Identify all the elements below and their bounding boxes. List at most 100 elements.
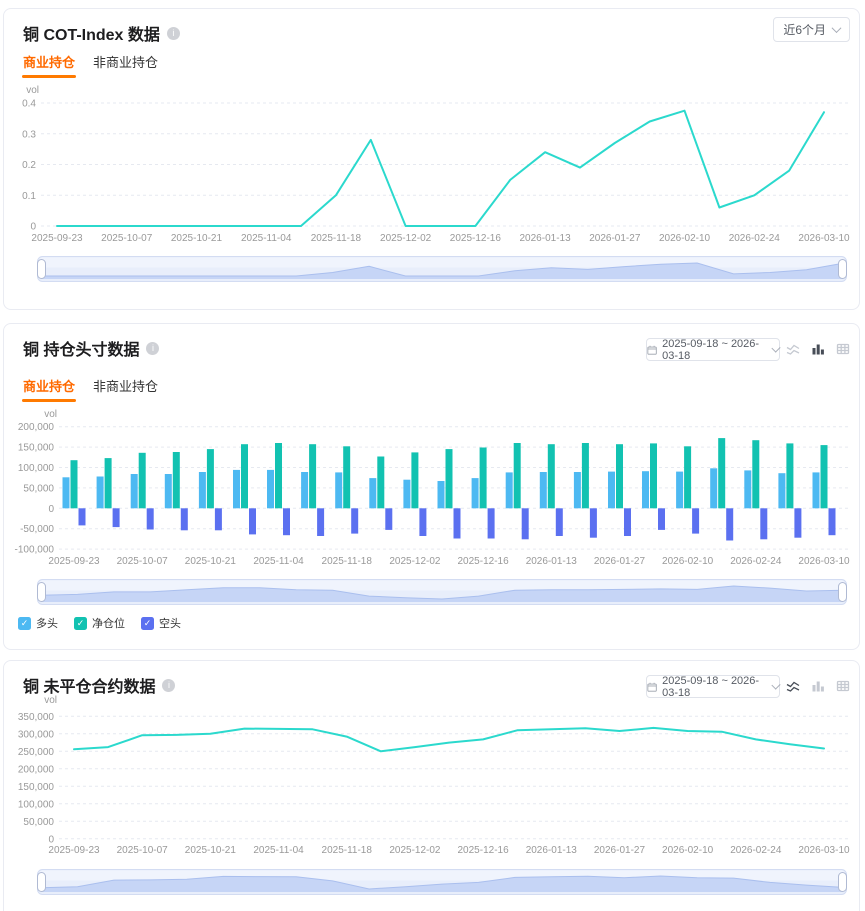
svg-text:vol: vol	[44, 695, 57, 706]
svg-text:2025-12-16: 2025-12-16	[458, 556, 510, 567]
svg-text:2025-10-07: 2025-10-07	[117, 845, 169, 856]
legend-item-空头[interactable]: ✓ 空头	[141, 615, 181, 631]
svg-text:vol: vol	[44, 409, 57, 420]
range-select-dropdown[interactable]: 近6个月	[773, 17, 850, 42]
date-range-value: 2025-09-18 ~ 2026-03-18	[662, 337, 760, 362]
svg-text:vol: vol	[26, 85, 39, 96]
svg-text:2025-11-18: 2025-11-18	[322, 845, 373, 856]
chevron-down-icon	[771, 680, 781, 690]
svg-text:2025-10-21: 2025-10-21	[171, 233, 223, 244]
range-select-value: 近6个月	[783, 23, 826, 37]
svg-text:2026-01-27: 2026-01-27	[589, 233, 641, 244]
svg-text:2026-02-24: 2026-02-24	[730, 845, 782, 856]
line-chart-icon[interactable]	[786, 342, 800, 356]
position-type-tabs: 商业持仓 非商业持仓	[21, 52, 158, 78]
svg-text:0.3: 0.3	[22, 129, 36, 140]
cot-index-panel: 铜 COT-Index 数据 近6个月 商业持仓 非商业持仓 vol 0 0.1 0.…	[3, 8, 860, 310]
svg-text:100,000: 100,000	[18, 463, 55, 474]
chevron-down-icon	[771, 343, 781, 353]
svg-text:2025-11-18: 2025-11-18	[322, 556, 373, 567]
svg-text:2026-01-13: 2026-01-13	[520, 233, 572, 244]
svg-text:0.2: 0.2	[22, 160, 36, 171]
chevron-down-icon	[831, 23, 842, 34]
bar-chart-icon[interactable]	[811, 342, 825, 356]
checkbox-checked-icon[interactable]: ✓	[74, 616, 87, 630]
info-icon[interactable]	[162, 678, 176, 692]
svg-text:2025-11-04: 2025-11-04	[253, 845, 304, 856]
svg-text:2025-11-04: 2025-11-04	[241, 233, 292, 244]
table-icon[interactable]	[836, 342, 850, 356]
datazoom-slider[interactable]	[37, 869, 847, 895]
checkbox-checked-icon[interactable]: ✓	[141, 616, 154, 630]
info-icon[interactable]	[146, 341, 160, 355]
position-size-panel: 铜 持仓头寸数据 2025-09-18 ~ 2026-03-18 商业持仓 非商…	[3, 323, 860, 650]
svg-text:350,000: 350,000	[18, 712, 55, 723]
calendar-icon	[647, 345, 657, 355]
svg-text:2025-12-16: 2025-12-16	[458, 845, 510, 856]
svg-text:2026-01-27: 2026-01-27	[594, 845, 646, 856]
svg-text:0.1: 0.1	[22, 191, 36, 202]
tab-noncommercial[interactable]: 非商业持仓	[93, 52, 158, 78]
panel-title-text: 铜 持仓头寸数据	[23, 342, 140, 359]
chart-type-toolbar	[786, 342, 850, 356]
legend-label: 空头	[159, 618, 181, 630]
checkbox-checked-icon[interactable]: ✓	[18, 616, 31, 630]
svg-text:2026-02-10: 2026-02-10	[662, 556, 714, 567]
svg-text:2025-11-04: 2025-11-04	[253, 556, 304, 567]
panel-title: 铜 COT-Index 数据	[23, 21, 180, 45]
svg-text:2025-12-02: 2025-12-02	[389, 845, 441, 856]
svg-text:2025-09-23: 2025-09-23	[31, 233, 83, 244]
svg-text:250,000: 250,000	[18, 747, 55, 758]
panel-title: 铜 持仓头寸数据	[23, 336, 160, 360]
svg-text:2025-10-21: 2025-10-21	[185, 556, 237, 567]
date-range-picker[interactable]: 2025-09-18 ~ 2026-03-18	[646, 337, 781, 362]
svg-text:150,000: 150,000	[18, 443, 55, 454]
svg-text:2026-02-24: 2026-02-24	[730, 556, 782, 567]
svg-text:2026-02-10: 2026-02-10	[659, 233, 711, 244]
info-icon[interactable]	[166, 26, 180, 40]
svg-text:2025-11-18: 2025-11-18	[311, 233, 362, 244]
position-type-tabs: 商业持仓 非商业持仓	[21, 376, 158, 402]
series-legend: ✓ 多头 ✓ 净仓位 ✓ 空头	[18, 615, 181, 631]
svg-text:2026-03-10: 2026-03-10	[798, 845, 850, 856]
svg-text:50,000: 50,000	[23, 483, 54, 494]
svg-text:2026-03-10: 2026-03-10	[798, 556, 850, 567]
tab-commercial[interactable]: 商业持仓	[21, 376, 77, 402]
svg-text:200,000: 200,000	[18, 422, 55, 433]
position-bar-chart[interactable]: vol 200,000 150,000 100,000 50,000 0 -50,000 -1…	[4, 409, 861, 571]
svg-text:200,000: 200,000	[18, 764, 55, 775]
svg-text:2026-01-13: 2026-01-13	[526, 845, 578, 856]
tab-noncommercial[interactable]: 非商业持仓	[93, 376, 158, 402]
datazoom-slider[interactable]	[37, 579, 847, 605]
tab-commercial[interactable]: 商业持仓	[21, 52, 77, 78]
svg-text:2025-10-07: 2025-10-07	[117, 556, 169, 567]
svg-text:100,000: 100,000	[18, 799, 55, 810]
svg-text:2025-12-02: 2025-12-02	[380, 233, 432, 244]
svg-text:2026-03-10: 2026-03-10	[798, 233, 850, 244]
svg-text:2026-02-24: 2026-02-24	[729, 233, 781, 244]
svg-text:2025-12-16: 2025-12-16	[450, 233, 502, 244]
legend-label: 净仓位	[92, 618, 125, 630]
legend-item-净仓位[interactable]: ✓ 净仓位	[74, 615, 125, 631]
legend-label: 多头	[36, 618, 58, 630]
svg-text:2026-02-10: 2026-02-10	[662, 845, 714, 856]
svg-text:2025-09-23: 2025-09-23	[48, 845, 100, 856]
svg-text:50,000: 50,000	[23, 817, 54, 828]
open-interest-line-chart[interactable]: vol 0 50,000 100,000 150,000 200,000 250,000 30…	[4, 691, 861, 866]
legend-item-多头[interactable]: ✓ 多头	[18, 615, 58, 631]
cot-index-line-chart[interactable]: vol 0 0.1 0.2 0.3 0.4 2025-09-23 2025-10-07 2025…	[4, 83, 861, 255]
panel-title-text: 铜 COT-Index 数据	[23, 27, 160, 44]
open-interest-panel: 铜 未平仓合约数据 2025-09-18 ~ 2026-03-18 vol050…	[3, 660, 860, 911]
svg-text:300,000: 300,000	[18, 729, 55, 740]
svg-text:0: 0	[48, 834, 54, 845]
svg-text:2026-01-27: 2026-01-27	[594, 556, 646, 567]
datazoom-slider[interactable]	[37, 256, 847, 282]
svg-text:2025-10-21: 2025-10-21	[185, 845, 237, 856]
svg-text:0: 0	[30, 222, 36, 233]
svg-text:0: 0	[48, 504, 54, 515]
svg-text:150,000: 150,000	[18, 782, 55, 793]
svg-text:2025-12-02: 2025-12-02	[389, 556, 441, 567]
svg-text:0.4: 0.4	[22, 99, 36, 110]
svg-text:2026-01-13: 2026-01-13	[526, 556, 578, 567]
svg-text:-100,000: -100,000	[15, 545, 55, 556]
